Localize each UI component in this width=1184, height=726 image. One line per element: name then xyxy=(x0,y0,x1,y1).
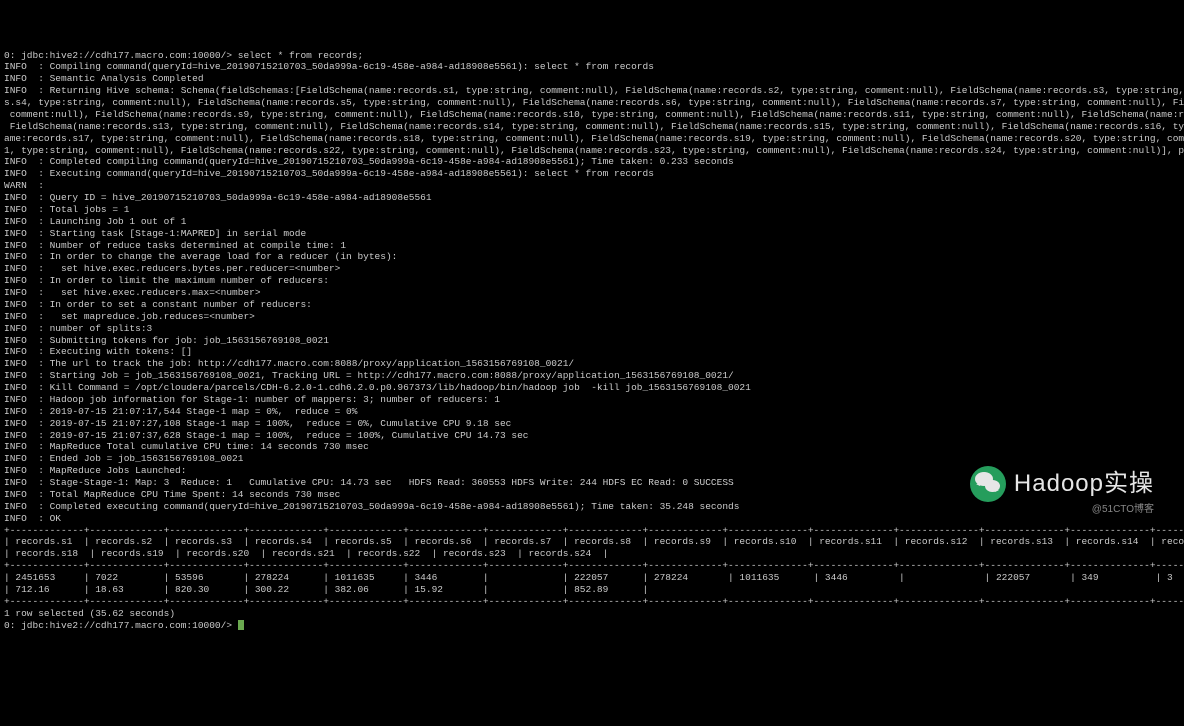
terminal-line: INFO : Total MapReduce CPU Time Spent: 1… xyxy=(4,489,1180,501)
terminal-line: INFO : In order to limit the maximum num… xyxy=(4,275,1180,287)
cursor xyxy=(238,620,244,630)
terminal-line: INFO : OK xyxy=(4,513,1180,525)
terminal-line: INFO : Returning Hive schema: Schema(fie… xyxy=(4,85,1180,97)
terminal-line: INFO : Launching Job 1 out of 1 xyxy=(4,216,1180,228)
terminal-line: INFO : Starting Job = job_1563156769108_… xyxy=(4,370,1180,382)
terminal-line: INFO : Starting task [Stage-1:MAPRED] in… xyxy=(4,228,1180,240)
terminal-line: INFO : 2019-07-15 21:07:37,628 Stage-1 m… xyxy=(4,430,1180,442)
terminal-line: INFO : Kill Command = /opt/cloudera/parc… xyxy=(4,382,1180,394)
terminal-line: INFO : Number of reduce tasks determined… xyxy=(4,240,1180,252)
terminal-line: INFO : Completed compiling command(query… xyxy=(4,156,1180,168)
prompt-line: 0: jdbc:hive2://cdh177.macro.com:10000/>… xyxy=(4,50,1180,62)
terminal[interactable]: 0: jdbc:hive2://cdh177.macro.com:10000/>… xyxy=(4,50,1180,632)
terminal-line: INFO : Semantic Analysis Completed xyxy=(4,73,1180,85)
terminal-line: | records.s1 | records.s2 | records.s3 |… xyxy=(4,536,1180,548)
terminal-line: INFO : Submitting tokens for job: job_15… xyxy=(4,335,1180,347)
terminal-line: INFO : 2019-07-15 21:07:17,544 Stage-1 m… xyxy=(4,406,1180,418)
terminal-line: | records.s18 | records.s19 | records.s2… xyxy=(4,548,1180,560)
terminal-line: INFO : Executing command(queryId=hive_20… xyxy=(4,168,1180,180)
terminal-line: +-------------+-------------+-----------… xyxy=(4,525,1180,537)
terminal-line: INFO : set mapreduce.job.reduces=<number… xyxy=(4,311,1180,323)
terminal-line: INFO : Stage-Stage-1: Map: 3 Reduce: 1 C… xyxy=(4,477,1180,489)
terminal-line: INFO : Ended Job = job_1563156769108_002… xyxy=(4,453,1180,465)
terminal-line: | 2451653 | 7022 | 53596 | 278224 | 1011… xyxy=(4,572,1180,584)
terminal-line: INFO : MapReduce Total cumulative CPU ti… xyxy=(4,441,1180,453)
terminal-line: INFO : Completed executing command(query… xyxy=(4,501,1180,513)
terminal-line: s.s4, type:string, comment:null), FieldS… xyxy=(4,97,1180,109)
terminal-line: INFO : The url to track the job: http://… xyxy=(4,358,1180,370)
terminal-line: ame:records.s17, type:string, comment:nu… xyxy=(4,133,1180,145)
terminal-line: comment:null), FieldSchema(name:records.… xyxy=(4,109,1180,121)
terminal-line: INFO : Query ID = hive_20190715210703_50… xyxy=(4,192,1180,204)
terminal-line: INFO : In order to set a constant number… xyxy=(4,299,1180,311)
terminal-line: INFO : Executing with tokens: [] xyxy=(4,346,1180,358)
prompt-line[interactable]: 0: jdbc:hive2://cdh177.macro.com:10000/> xyxy=(4,620,1180,632)
terminal-line: INFO : Hadoop job information for Stage-… xyxy=(4,394,1180,406)
terminal-line: 1 row selected (35.62 seconds) xyxy=(4,608,1180,620)
terminal-line: | 712.16 | 18.63 | 820.30 | 300.22 | 382… xyxy=(4,584,1180,596)
terminal-line: INFO : Compiling command(queryId=hive_20… xyxy=(4,61,1180,73)
terminal-line: WARN : xyxy=(4,180,1180,192)
terminal-line: +-------------+-------------+-----------… xyxy=(4,560,1180,572)
terminal-line: INFO : MapReduce Jobs Launched: xyxy=(4,465,1180,477)
terminal-line: INFO : Total jobs = 1 xyxy=(4,204,1180,216)
terminal-line: INFO : In order to change the average lo… xyxy=(4,251,1180,263)
terminal-line: FieldSchema(name:records.s13, type:strin… xyxy=(4,121,1180,133)
terminal-line: INFO : set hive.exec.reducers.bytes.per.… xyxy=(4,263,1180,275)
terminal-line: INFO : set hive.exec.reducers.max=<numbe… xyxy=(4,287,1180,299)
terminal-line: +-------------+-------------+-----------… xyxy=(4,596,1180,608)
terminal-line: INFO : number of splits:3 xyxy=(4,323,1180,335)
terminal-line: 1, type:string, comment:null), FieldSche… xyxy=(4,145,1180,157)
terminal-line: INFO : 2019-07-15 21:07:27,108 Stage-1 m… xyxy=(4,418,1180,430)
